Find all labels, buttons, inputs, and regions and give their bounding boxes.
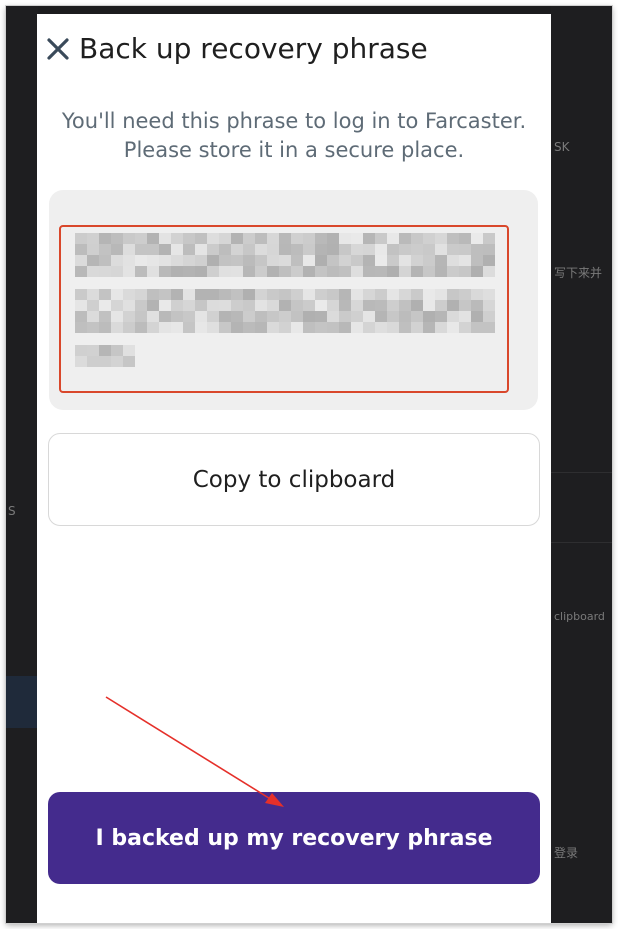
background-left-panel — [6, 676, 38, 728]
confirm-backup-button[interactable]: I backed up my recovery phrase — [48, 792, 540, 884]
modal-subtitle: You'll need this phrase to log in to Far… — [37, 107, 551, 165]
recovery-phrase-card — [49, 190, 538, 410]
background-text: clipboard — [554, 610, 605, 623]
background-text: SK — [554, 140, 570, 154]
subtitle-line: Please store it in a secure place. — [123, 138, 465, 162]
copy-to-clipboard-button[interactable]: Copy to clipboard — [48, 433, 540, 526]
close-icon[interactable] — [45, 36, 71, 62]
subtitle-line: You'll need this phrase to log in to Far… — [61, 109, 527, 133]
background-text: 登录 — [554, 846, 579, 860]
modal-title: Back up recovery phrase — [79, 32, 428, 65]
pixelated-phrase — [75, 233, 495, 367]
background-divider — [551, 472, 612, 473]
backup-modal: Back up recovery phrase You'll need this… — [37, 14, 551, 923]
background-divider — [551, 542, 612, 543]
recovery-phrase-blurred — [59, 225, 509, 393]
background-text: 写下来并 — [554, 266, 603, 280]
background-text: S — [8, 504, 16, 518]
screenshot-frame: SK 写下来并 clipboard 登录 S Back up recovery … — [6, 6, 612, 923]
background-app-left — [6, 6, 38, 923]
